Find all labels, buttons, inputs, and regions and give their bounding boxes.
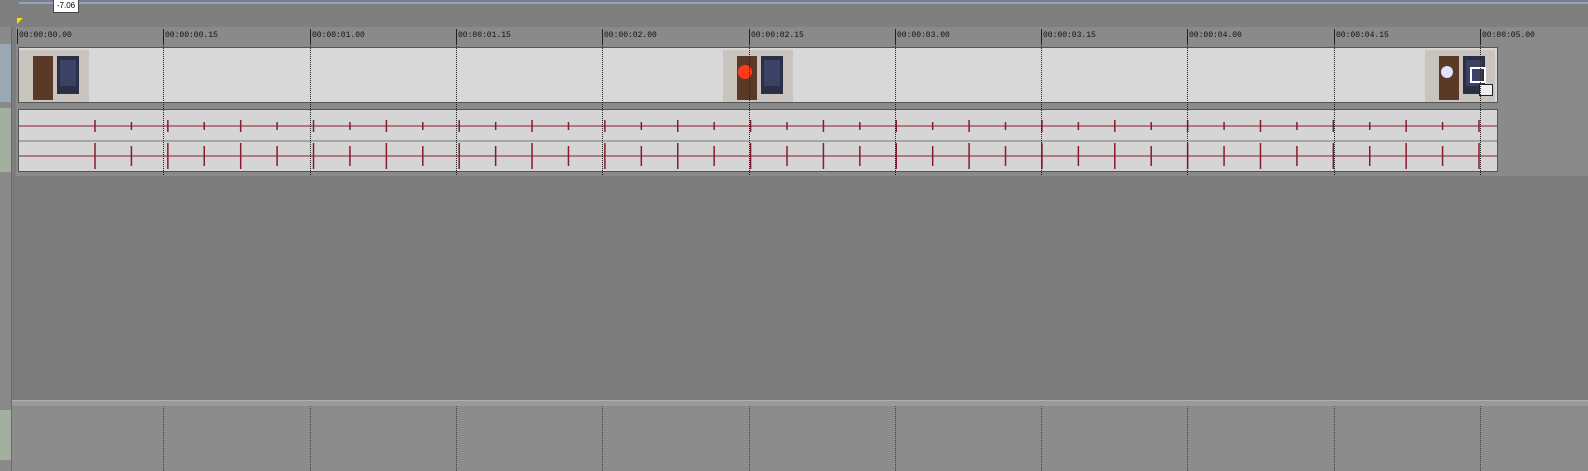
lower-track-header-tab[interactable] — [0, 410, 11, 460]
bottom-gridline — [1334, 406, 1335, 471]
ruler-tick — [310, 29, 311, 44]
ruler-tick — [1041, 29, 1042, 44]
video-thumbnail-2 — [723, 50, 793, 102]
ruler-label: 00:00:05.00 — [1482, 31, 1535, 40]
ruler-label: 00:00:00.15 — [165, 31, 218, 40]
ruler-tick — [895, 29, 896, 44]
video-thumbnail-1 — [19, 50, 89, 102]
bottom-gridline — [1187, 406, 1188, 471]
audio-waveform — [19, 120, 1497, 169]
bottom-gridline — [163, 406, 164, 471]
ruler-tick — [1187, 29, 1188, 44]
ruler-label: 00:00:04.00 — [1189, 31, 1242, 40]
ruler-label: 00:00:02.15 — [751, 31, 804, 40]
cursor-marker-icon[interactable] — [17, 18, 23, 24]
empty-track-area[interactable] — [12, 176, 1588, 400]
ruler-tick — [163, 29, 164, 44]
ruler-label: 00:00:01.15 — [458, 31, 511, 40]
video-clip[interactable] — [18, 47, 1498, 103]
bottom-gridline — [310, 406, 311, 471]
ruler-tick — [1334, 29, 1335, 44]
ruler-tick — [749, 29, 750, 44]
clip-fx-icon[interactable] — [1479, 84, 1493, 96]
ruler-tick — [456, 29, 457, 44]
bottom-gridline — [1041, 406, 1042, 471]
timeline-gridline — [749, 44, 750, 175]
timeline-gridline — [163, 44, 164, 175]
ruler-label: 00:00:00.00 — [19, 31, 72, 40]
bottom-gridline — [749, 406, 750, 471]
level-line[interactable] — [19, 2, 1588, 4]
track-header-gutter — [0, 0, 12, 471]
timeline-gridline — [895, 44, 896, 175]
ruler-label: 00:00:04.15 — [1336, 31, 1389, 40]
ruler-tick — [602, 29, 603, 44]
bottom-track-area[interactable] — [12, 406, 1588, 471]
ruler-tick — [1480, 29, 1481, 44]
bottom-gridline — [895, 406, 896, 471]
timeline-gridline — [1041, 44, 1042, 175]
level-strip — [0, 0, 1588, 27]
audio-track-header-tab[interactable] — [0, 108, 11, 172]
ruler-label: 00:00:03.00 — [897, 31, 950, 40]
timeline-gridline — [1480, 44, 1481, 175]
timeline-gridline — [310, 44, 311, 175]
timeline-gridline — [1334, 44, 1335, 175]
bottom-gridline — [1480, 406, 1481, 471]
bottom-gridline — [456, 406, 457, 471]
ruler-label: 00:00:01.00 — [312, 31, 365, 40]
timeline-gridline — [456, 44, 457, 175]
timeline-gridline — [1187, 44, 1188, 175]
audio-clip[interactable] — [18, 109, 1498, 172]
video-track-header-tab[interactable] — [0, 44, 11, 102]
ruler-label: 00:00:03.15 — [1043, 31, 1096, 40]
timeline-gridline — [602, 44, 603, 175]
ruler-tick — [17, 29, 18, 44]
ruler-label: 00:00:02.00 — [604, 31, 657, 40]
bottom-gridline — [602, 406, 603, 471]
level-readout: -7.06 — [53, 0, 79, 13]
